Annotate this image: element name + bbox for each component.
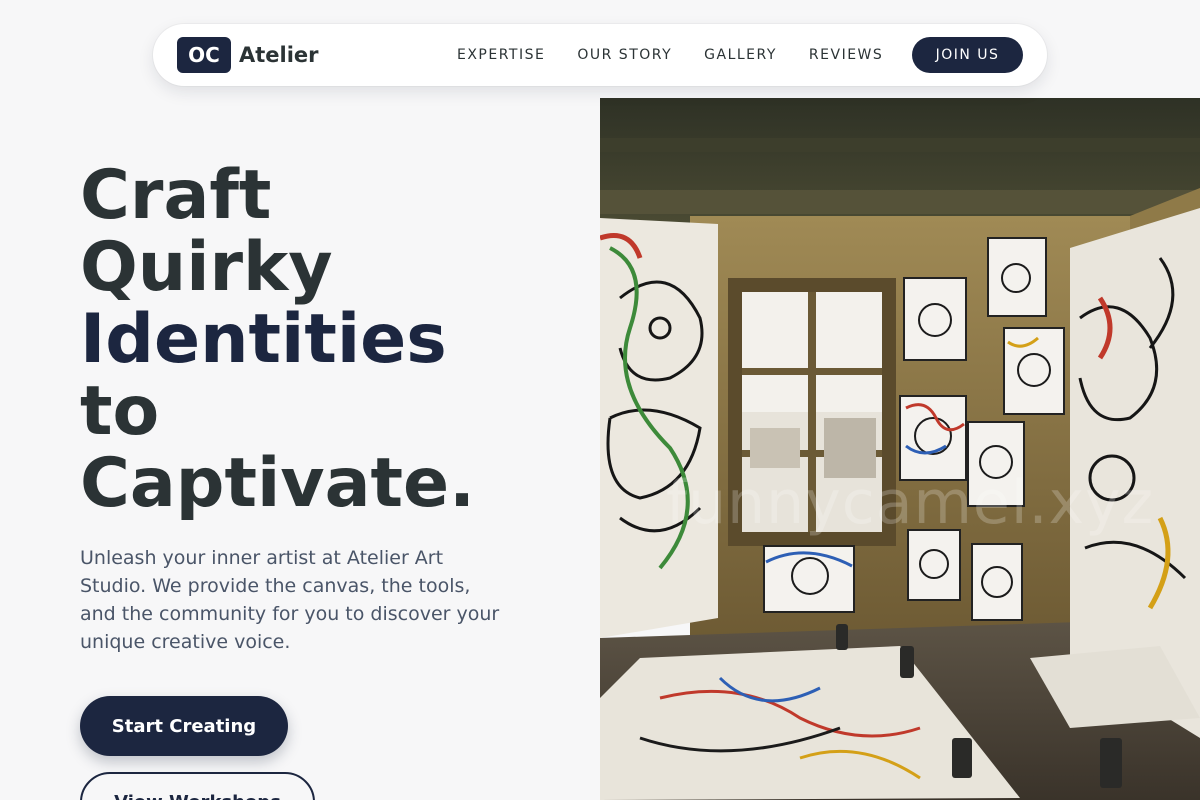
logo-badge: OC	[177, 37, 231, 73]
nav-links: EXPERTISE OUR STORY GALLERY REVIEWS	[457, 24, 915, 86]
hero-description: Unleash your inner artist at Atelier Art…	[80, 547, 500, 653]
studio-illustration	[600, 98, 1200, 800]
hero-title-accent-line: Identities	[80, 300, 447, 379]
top-navigation: OC Atelier EXPERTISE OUR STORY GALLERY R…	[153, 24, 1047, 86]
image-watermark: funnycamel.xyz	[666, 468, 1155, 538]
nav-link-reviews[interactable]: REVIEWS	[809, 47, 883, 63]
hero-studio-image: funnycamel.xyz	[600, 98, 1200, 800]
hero-title-line: Quirky	[80, 228, 333, 307]
hero-title-line: to	[80, 372, 160, 451]
join-us-button[interactable]: JOIN US	[912, 37, 1023, 73]
start-creating-button[interactable]: Start Creating	[80, 696, 288, 756]
view-workshops-button[interactable]: View Workshops	[80, 772, 315, 800]
hero-title-line: Craft	[80, 156, 272, 235]
nav-link-our-story[interactable]: OUR STORY	[577, 47, 672, 63]
nav-link-expertise[interactable]: EXPERTISE	[457, 47, 545, 63]
hero-title: Craft Quirky Identities to Captivate.	[80, 160, 475, 520]
page: OC Atelier EXPERTISE OUR STORY GALLERY R…	[0, 0, 1200, 800]
hero-title-line: Captivate.	[80, 444, 475, 523]
logo-name: Atelier	[239, 43, 319, 67]
logo[interactable]: OC Atelier	[177, 37, 319, 73]
nav-link-gallery[interactable]: GALLERY	[704, 47, 777, 63]
